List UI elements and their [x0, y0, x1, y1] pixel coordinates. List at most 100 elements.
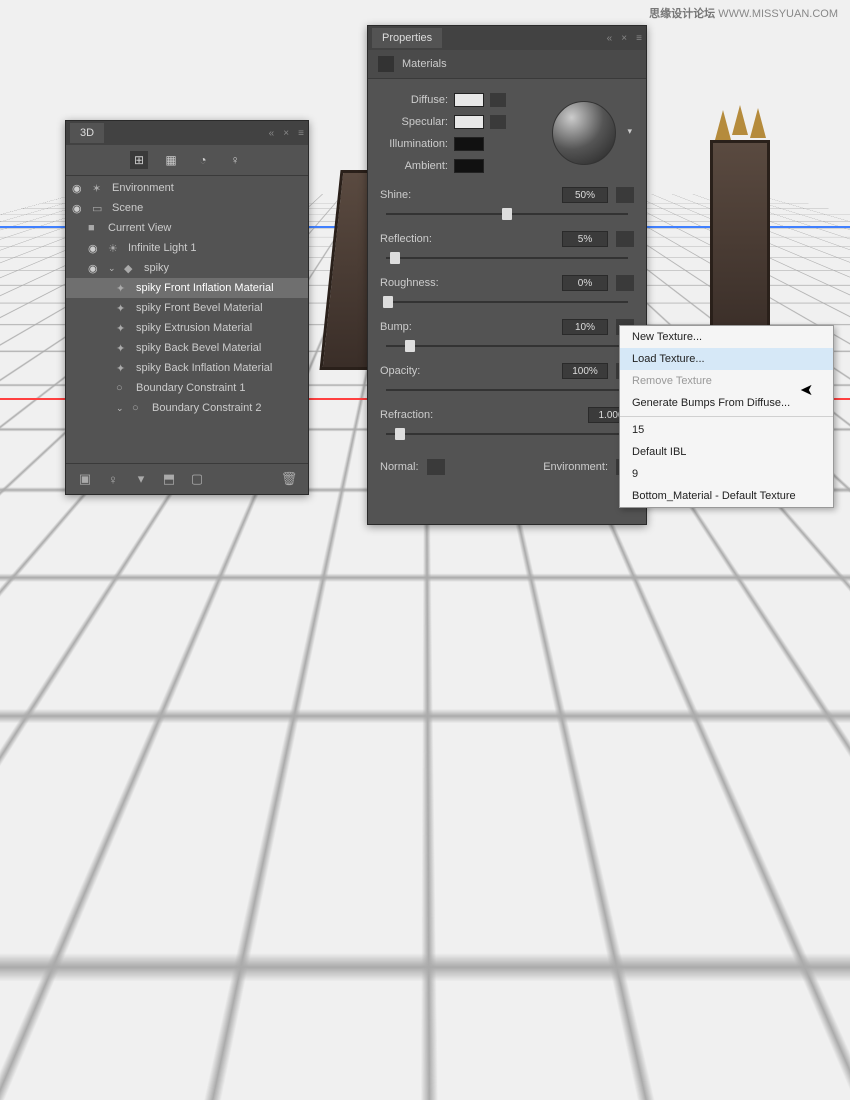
filter-mesh-icon[interactable]: ▦	[162, 151, 180, 169]
folder-icon[interactable]	[490, 115, 506, 129]
tree-current-view[interactable]: ■Current View	[66, 218, 308, 238]
material-icon: ✦	[116, 322, 130, 335]
slider-shine: Shine:50%	[380, 185, 634, 221]
bump-value[interactable]: 10%	[562, 319, 608, 335]
panel-3d: 3D « × ≡ ⊞ ▦ ◔ ♀ ◉✶Environment ◉▭Scene ■…	[65, 120, 309, 495]
materials-icon	[378, 56, 394, 72]
reflection-value[interactable]: 5%	[562, 231, 608, 247]
close-icon[interactable]: ×	[283, 128, 289, 139]
cursor-icon: ➤	[800, 380, 813, 400]
normal-label: Normal:	[380, 461, 419, 473]
shine-value[interactable]: 50%	[562, 187, 608, 203]
visibility-icon[interactable]: ◉	[88, 242, 102, 255]
menu-texture-item[interactable]: Default IBL	[620, 441, 833, 463]
menu-new-texture[interactable]: New Texture...	[620, 326, 833, 348]
tree-infinite-light[interactable]: ◉☀Infinite Light 1	[66, 238, 308, 258]
tree-spiky[interactable]: ◉⌄◆spiky	[66, 258, 308, 278]
folder-icon[interactable]	[616, 231, 634, 247]
delete-icon[interactable]: 🗑	[280, 470, 298, 488]
slider-bump: Bump:10%	[380, 317, 634, 353]
close-icon[interactable]: ×	[621, 33, 627, 44]
material-preview[interactable]	[552, 101, 616, 165]
add-plane-icon[interactable]: ⬒	[160, 470, 178, 488]
chevron-down-icon[interactable]: ⌄	[116, 403, 126, 414]
tree-material-back-bevel[interactable]: ✦spiky Back Bevel Material	[66, 338, 308, 358]
mesh-icon: ◆	[124, 262, 138, 275]
folder-icon[interactable]	[427, 459, 445, 475]
environment-icon: ✶	[92, 182, 106, 195]
tab-properties[interactable]: Properties	[372, 28, 442, 48]
visibility-icon[interactable]: ◉	[72, 182, 86, 195]
menu-load-texture[interactable]: Load Texture...	[620, 348, 833, 370]
material-icon: ✦	[116, 302, 130, 315]
menu-icon[interactable]: ≡	[298, 128, 304, 139]
material-icon: ✦	[116, 362, 130, 375]
texture-icon[interactable]	[490, 93, 506, 107]
ambient-swatch[interactable]	[454, 159, 484, 173]
section-title: Materials	[402, 58, 447, 70]
tree-material-back-inflation[interactable]: ✦spiky Back Inflation Material	[66, 358, 308, 378]
slider-refraction: Refraction:1.000	[380, 405, 634, 441]
menu-separator	[620, 416, 833, 417]
roughness-slider[interactable]	[380, 295, 634, 309]
props-footer: Normal: Environment:	[380, 459, 634, 475]
new-layer-icon[interactable]: ▣	[76, 470, 94, 488]
scene-tree: ◉✶Environment ◉▭Scene ■Current View ◉☀In…	[66, 176, 308, 420]
opacity-slider[interactable]	[380, 383, 634, 397]
material-icon: ✦	[116, 282, 130, 295]
mesh-spike	[715, 110, 731, 140]
constraint-icon: ○	[132, 402, 146, 414]
refraction-slider[interactable]	[380, 427, 634, 441]
illumination-swatch[interactable]	[454, 137, 484, 151]
watermark: 思缘设计论坛 WWW.MISSYUAN.COM	[649, 5, 838, 21]
camera-icon: ■	[88, 222, 102, 234]
slider-roughness: Roughness:0%	[380, 273, 634, 309]
shine-slider[interactable]	[380, 207, 634, 221]
menu-texture-item[interactable]: 15	[620, 419, 833, 441]
reflection-slider[interactable]	[380, 251, 634, 265]
menu-texture-item[interactable]: 9	[620, 463, 833, 485]
panel-tabbar: 3D « × ≡	[66, 121, 308, 145]
new-light-icon[interactable]: ♀	[104, 470, 122, 488]
light-icon: ☀	[108, 242, 122, 255]
tree-boundary-1[interactable]: ○Boundary Constraint 1	[66, 378, 308, 398]
roughness-value[interactable]: 0%	[562, 275, 608, 291]
filter-light-icon[interactable]: ♀	[226, 151, 244, 169]
tree-boundary-2[interactable]: ⌄○Boundary Constraint 2	[66, 398, 308, 418]
menu-texture-item[interactable]: Bottom_Material - Default Texture	[620, 485, 833, 507]
panel-tabbar: Properties « × ≡	[368, 26, 646, 50]
constraint-icon: ○	[116, 382, 130, 394]
filter-scene-icon[interactable]: ⊞	[130, 151, 148, 169]
mesh-spike	[732, 105, 748, 135]
tree-material-extrusion[interactable]: ✦spiky Extrusion Material	[66, 318, 308, 338]
specular-swatch[interactable]	[454, 115, 484, 129]
minimize-icon[interactable]: «	[269, 128, 275, 139]
filter-material-icon[interactable]: ◔	[194, 151, 212, 169]
diffuse-swatch[interactable]	[454, 93, 484, 107]
section-materials: Materials	[368, 50, 646, 79]
visibility-icon[interactable]: ◉	[88, 262, 102, 275]
visibility-icon[interactable]: ◉	[72, 202, 86, 215]
tree-material-front-bevel[interactable]: ✦spiky Front Bevel Material	[66, 298, 308, 318]
render-icon[interactable]: ▢	[188, 470, 206, 488]
menu-icon[interactable]: ≡	[636, 33, 642, 44]
scene-icon: ▭	[92, 202, 106, 215]
bump-context-menu: New Texture... Load Texture... Remove Te…	[619, 325, 834, 508]
panel-3d-footer: ▣ ♀ ▾ ⬒ ▢ 🗑	[66, 463, 308, 494]
panel-properties: Properties « × ≡ Materials ▾ Diffuse: Sp…	[367, 25, 647, 525]
filter-toolbar: ⊞ ▦ ◔ ♀	[66, 145, 308, 176]
minimize-icon[interactable]: «	[607, 33, 613, 44]
material-icon: ✦	[116, 342, 130, 355]
preview-dropdown-icon[interactable]: ▾	[627, 126, 632, 137]
bump-slider[interactable]	[380, 339, 634, 353]
chevron-down-icon[interactable]: ⌄	[108, 263, 118, 274]
opacity-value[interactable]: 100%	[562, 363, 608, 379]
add-object-icon[interactable]: ▾	[132, 470, 150, 488]
tab-3d[interactable]: 3D	[70, 123, 104, 143]
slider-reflection: Reflection:5%	[380, 229, 634, 265]
folder-icon[interactable]	[616, 275, 634, 291]
tree-environment[interactable]: ◉✶Environment	[66, 178, 308, 198]
tree-material-front-inflation[interactable]: ✦spiky Front Inflation Material	[66, 278, 308, 298]
folder-icon[interactable]	[616, 187, 634, 203]
tree-scene[interactable]: ◉▭Scene	[66, 198, 308, 218]
